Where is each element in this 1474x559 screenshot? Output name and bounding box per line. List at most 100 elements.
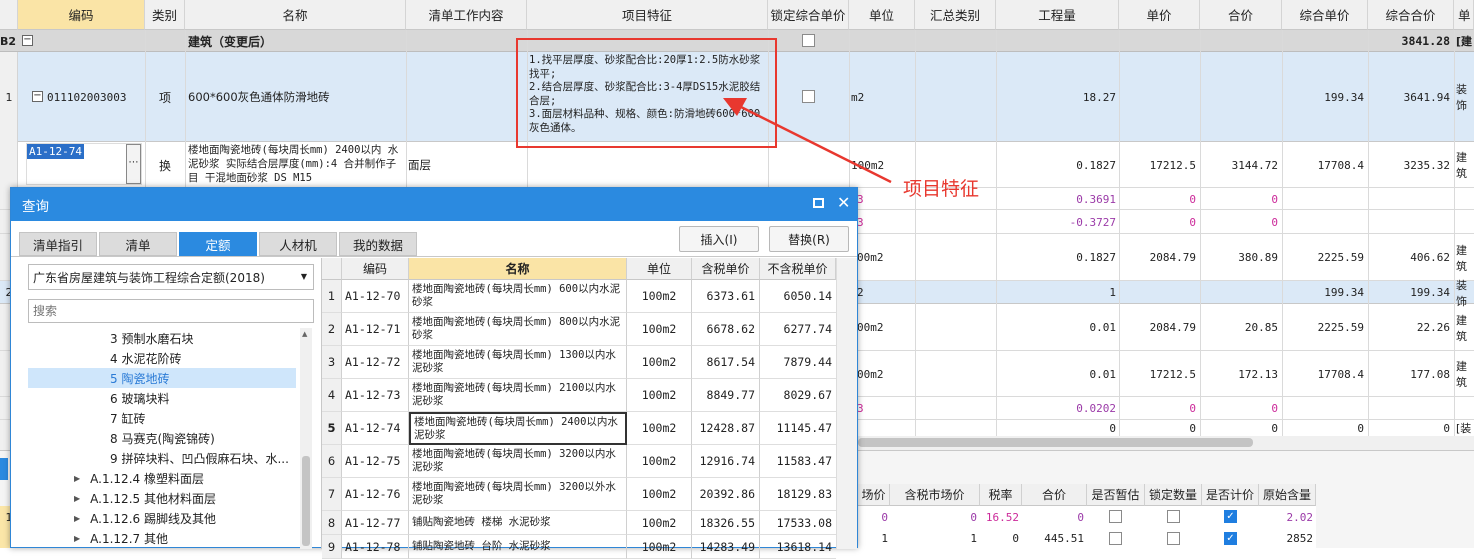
row-2-code[interactable]: A1-12-74	[27, 144, 84, 159]
row-1-type: 项	[158, 90, 171, 105]
expand-icon[interactable]: ▶	[74, 494, 80, 503]
b2-priced-checkbox[interactable]: ✓	[1224, 532, 1237, 545]
row-3-price: 0	[1189, 192, 1196, 206]
col-header-extra[interactable]: 单	[1454, 0, 1474, 30]
replace-button[interactable]: 替换(R)	[769, 226, 849, 252]
bcol-priced[interactable]: 是否计价	[1202, 484, 1259, 506]
col-header-lock-price[interactable]: 锁定综合单价	[768, 0, 849, 30]
expand-icon[interactable]: ▶	[74, 474, 80, 483]
col-header-comp-amount[interactable]: 综合合价	[1368, 0, 1454, 30]
tab-quota[interactable]: 定额	[179, 232, 257, 256]
b2-lock-checkbox[interactable]	[1167, 532, 1180, 545]
result-name: 楼地面陶瓷地砖(每块周长mm) 2400以内水泥砂浆	[409, 412, 627, 445]
rcol-code[interactable]: 编码	[342, 258, 409, 280]
col-header-summary-type[interactable]: 汇总类别	[915, 0, 996, 30]
search-input[interactable]	[28, 299, 314, 323]
bcol-original[interactable]: 原始含量	[1259, 484, 1316, 506]
result-untaxed: 7879.44	[760, 346, 836, 379]
maximize-icon[interactable]	[813, 198, 824, 208]
bcol-lock-qty[interactable]: 锁定数量	[1145, 484, 1202, 506]
row-10-qty: 0	[1109, 421, 1116, 435]
b1-priced-checkbox[interactable]: ✓	[1224, 510, 1237, 523]
result-row-no: 6	[322, 445, 342, 478]
expand-icon[interactable]: ▶	[74, 534, 80, 543]
col-header-code[interactable]: 编码	[18, 0, 145, 30]
tree-item-8[interactable]: 8 马赛克(陶瓷锦砖)	[28, 428, 296, 448]
col-header-comp-price[interactable]: 综合单价	[1282, 0, 1368, 30]
rcol-taxed[interactable]: 含税单价	[692, 258, 760, 280]
scroll-up-icon[interactable]: ▲	[302, 330, 307, 338]
col-header-name[interactable]: 名称	[185, 0, 406, 30]
row-10-comp-amount: 0	[1443, 421, 1450, 435]
bcol-amount[interactable]: 合价	[1022, 484, 1087, 506]
b1-market: 0	[881, 510, 888, 524]
tree-item-4[interactable]: 4 水泥花阶砖	[28, 348, 296, 368]
col-header-work[interactable]: 清单工作内容	[406, 0, 527, 30]
tree-label-a1124: A.1.12.4 橡塑料面层	[90, 471, 204, 486]
col-header-unit[interactable]: 单位	[849, 0, 915, 30]
tree-item-9[interactable]: 9 拼碎块料、凹凸假麻石块、水...	[28, 448, 296, 468]
close-icon[interactable]: ✕	[837, 193, 850, 212]
expand-icon[interactable]: ▶	[74, 514, 80, 523]
tree-item-a1126[interactable]: ▶ A.1.12.6 踢脚线及其他	[28, 508, 296, 528]
rcol-name[interactable]: 名称	[409, 258, 627, 280]
result-untaxed: 8029.67	[760, 379, 836, 412]
col-header-quantity[interactable]: 工程量	[996, 0, 1119, 30]
col-header-features[interactable]: 项目特征	[527, 0, 768, 30]
result-taxed: 12428.87	[692, 412, 760, 445]
b2-provisional-checkbox[interactable]	[1109, 532, 1122, 545]
tree-item-7[interactable]: 7 缸砖	[28, 408, 296, 428]
insert-button[interactable]: 插入(I)	[679, 226, 759, 252]
results-scrollbar[interactable]	[836, 258, 857, 549]
bcol-taxed-market[interactable]: 含税市场价	[890, 484, 980, 506]
col-header-type[interactable]: 类别	[145, 0, 185, 30]
col-header-unit-price[interactable]: 单价	[1119, 0, 1200, 30]
result-row-no: 7	[322, 478, 342, 511]
collapse-icon[interactable]: −	[22, 35, 33, 46]
dialog-titlebar[interactable]: 查询	[11, 188, 857, 221]
group-lock-checkbox[interactable]	[802, 34, 815, 47]
collapse-icon-row1[interactable]: −	[32, 91, 43, 102]
row-7-amount: 20.85	[1244, 321, 1278, 334]
result-taxed: 6373.61	[692, 280, 760, 313]
tree-item-a1127[interactable]: ▶ A.1.12.7 其他	[28, 528, 296, 548]
result-taxed: 8849.77	[692, 379, 760, 412]
tab-my-data[interactable]: 我的数据	[339, 232, 417, 256]
b1-lock-checkbox[interactable]	[1167, 510, 1180, 523]
tab-materials[interactable]: 人材机	[259, 232, 337, 256]
library-select[interactable]: 广东省房屋建筑与装饰工程综合定额(2018) ▼	[28, 264, 314, 290]
col-header-index[interactable]	[0, 0, 18, 30]
b2-market: 1	[881, 531, 888, 545]
scrollbar-thumb[interactable]	[858, 438, 1253, 447]
b2-rate: 0	[1012, 531, 1019, 545]
tree-label-3: 3 预制水磨石块	[110, 331, 194, 346]
row-8-qty: 0.01	[1089, 367, 1117, 381]
rcol-unit[interactable]: 单位	[627, 258, 692, 280]
col-header-amount[interactable]: 合价	[1200, 0, 1282, 30]
bcol-provisional[interactable]: 是否暂估	[1087, 484, 1145, 506]
tree-scrollbar-thumb[interactable]	[302, 456, 310, 546]
tree-item-6[interactable]: 6 玻璃块料	[28, 388, 296, 408]
tree-item-3[interactable]: 3 预制水磨石块	[28, 328, 296, 348]
row-5-amount: 380.89	[1238, 251, 1278, 264]
tree-scrollbar[interactable]: ▲	[300, 328, 312, 549]
result-untaxed: 17533.08	[760, 511, 836, 535]
row-7-price: 2084.79	[1149, 321, 1196, 334]
tree-label-a1126: A.1.12.6 踢脚线及其他	[90, 511, 216, 526]
row-10-amount: 0	[1271, 421, 1278, 435]
rcol-untaxed[interactable]: 不含税单价	[760, 258, 836, 280]
more-button[interactable]: ⋯	[126, 144, 141, 184]
tab-list[interactable]: 清单	[99, 232, 177, 256]
result-name: 楼地面陶瓷地砖(每块周长mm) 3200以外水泥砂浆	[409, 478, 627, 511]
tree-item-5[interactable]: 5 陶瓷地砖	[28, 368, 296, 388]
tree-label-7: 7 缸砖	[110, 411, 146, 426]
tree-item-a1125[interactable]: ▶ A.1.12.5 其他材料面层	[28, 488, 296, 508]
b1-provisional-checkbox[interactable]	[1109, 510, 1122, 523]
tab-list-guide[interactable]: 清单指引	[19, 232, 97, 256]
dialog-title: 查询	[22, 198, 49, 215]
bcol-market[interactable]: 场价	[858, 484, 890, 506]
bcol-rate[interactable]: 税率	[980, 484, 1022, 506]
tree-item-a1124[interactable]: ▶ A.1.12.4 橡塑料面层	[28, 468, 296, 488]
row-8-unit: 00m2	[857, 367, 884, 381]
result-code: A1-12-75	[342, 445, 409, 478]
